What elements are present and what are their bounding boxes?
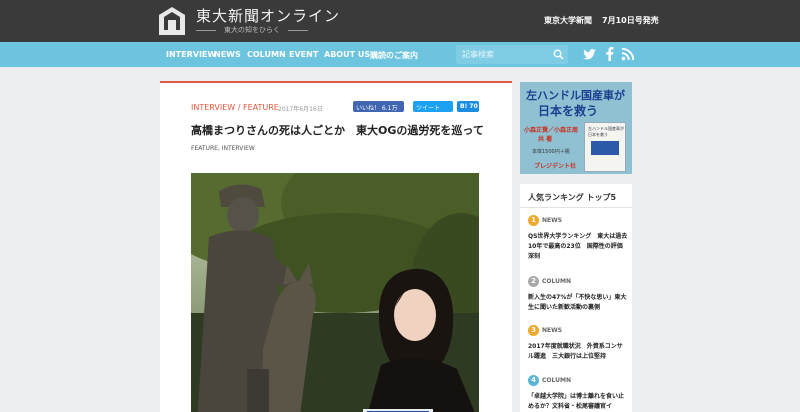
search-input[interactable] (462, 48, 548, 61)
facebook-icon[interactable] (603, 47, 617, 61)
rank-category: COLUMN (542, 377, 571, 384)
search-box (456, 45, 568, 64)
rank-number-badge: 3 (528, 325, 539, 336)
tweet-button[interactable]: ツイート (413, 101, 453, 112)
nav-event[interactable]: EVENT (289, 50, 318, 59)
nav-interview[interactable]: INTERVIEW (166, 50, 216, 59)
article-photo (191, 173, 479, 412)
rank-number-badge: 2 (528, 276, 539, 287)
rss-icon[interactable] (621, 47, 635, 61)
rank-category: NEWS (542, 327, 563, 334)
rank-article-title[interactable]: 2017年度就職状況 外資系コンサル躍進 三大銀行は上位堅持 (528, 342, 628, 362)
issue-label: 7月10日号発売 (602, 16, 659, 25)
main-nav: INTERVIEW NEWS COLUMN EVENT ABOUT US 購読の… (0, 42, 800, 67)
ad-publisher: プレジデント社 (534, 163, 577, 170)
rank-category: COLUMN (542, 278, 571, 285)
search-icon[interactable] (553, 49, 564, 60)
book-advertisement[interactable]: 左ハンドル国産車が 日本を救う 左ハンドル国産車が日本を救う 小森正賢／小森正周… (520, 82, 632, 174)
facebook-like-button[interactable]: いいね！ 6.1万 (353, 101, 404, 112)
site-tagline: 東大の知をひらく (196, 25, 308, 35)
rank-category: NEWS (542, 217, 563, 224)
rank-article-title[interactable]: QS世界大学ランキング 東大は過去10年で最高の23位 国際性の評価深刻 (528, 232, 628, 262)
like-label: いいね！ 6.1万 (356, 105, 398, 112)
site-header: 東大新聞オンライン 東大の知をひらく 東京大学新聞 7月10日号発売 (0, 0, 800, 42)
ad-headline-2: 日本を救う (538, 104, 599, 118)
book-cover-title: 左ハンドル国産車が日本を救う (588, 126, 624, 137)
book-cover: 左ハンドル国産車が日本を救う (584, 122, 626, 172)
site-title[interactable]: 東大新聞オンライン (196, 5, 340, 26)
book-cover-image (591, 141, 619, 155)
ad-headline-1: 左ハンドル国産車が (526, 89, 625, 102)
nav-column[interactable]: COLUMN (247, 50, 286, 59)
article-tags[interactable]: FEATURE, INTERVIEW (191, 145, 255, 152)
tweet-label: ツイート (416, 105, 441, 112)
ranking-heading: 人気ランキング トップ5 (520, 184, 632, 208)
hatena-label: B! 70 (460, 103, 478, 110)
article-card: INTERVIEW / FEATURE 2017年6月16日 いいね！ 6.1万… (160, 81, 512, 412)
publisher-name: 東京大学新聞 (544, 16, 592, 25)
rank-number-badge: 1 (528, 215, 539, 226)
nav-news[interactable]: NEWS (214, 50, 241, 59)
rank-number-badge: 4 (528, 375, 539, 386)
rank-article-title[interactable]: 新入生の47%が「不快な思い」東大生に聞いた新歓活動の裏側 (528, 293, 628, 313)
popular-ranking: 人気ランキング トップ5 1 NEWS QS世界大学ランキング 東大は過去10年… (520, 184, 632, 412)
logo-icon[interactable] (158, 6, 186, 36)
twitter-icon[interactable] (583, 47, 597, 61)
issue-info[interactable]: 東京大学新聞 7月10日号発売 (544, 15, 669, 26)
ad-price: 本体1500円＋税 (532, 149, 570, 155)
hachiko-statue-photo (191, 173, 479, 412)
article-title: 高橋まつりさんの死は人ごとか 東大OGの過労死を巡って (191, 124, 484, 137)
nav-subscription[interactable]: 購読のご案内 (370, 50, 418, 61)
ad-author: 小森正賢／小森正周 (524, 127, 579, 134)
article-category[interactable]: INTERVIEW / FEATURE (191, 103, 279, 112)
ad-author-2: 共 著 (538, 136, 553, 143)
article-date: 2017年6月16日 (278, 106, 323, 113)
rank-article-title[interactable]: 「卓越大学院」は博士離れを食い止めるか？文科省・松尾審議官イ (528, 392, 628, 412)
nav-about-us[interactable]: ABOUT US (324, 50, 370, 59)
hatena-bookmark-button[interactable]: B! 70 (457, 101, 479, 112)
